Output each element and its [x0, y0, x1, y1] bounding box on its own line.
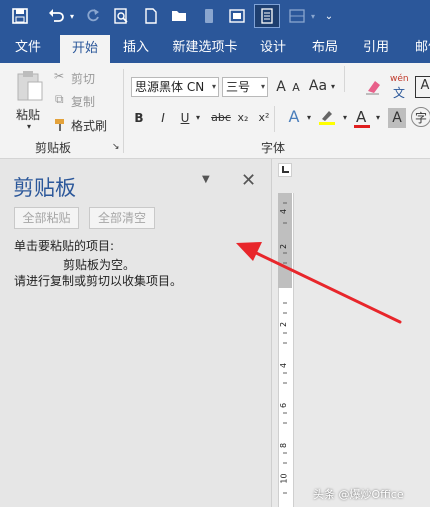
annotation-arrow	[236, 242, 402, 324]
watermark: 头条 @爆炒Office	[313, 488, 404, 501]
